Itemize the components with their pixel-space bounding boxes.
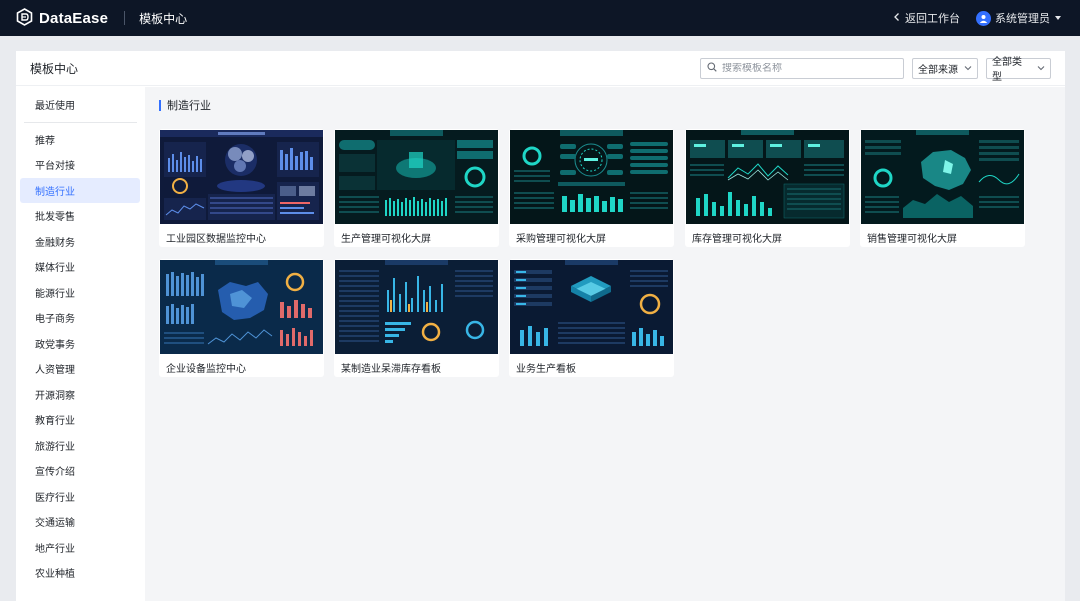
sidebar-item-agriculture[interactable]: 农业种植 bbox=[20, 560, 140, 586]
type-select-value: 全部类型 bbox=[992, 57, 1022, 83]
dataease-logo-icon bbox=[16, 7, 33, 29]
section-accent-bar bbox=[159, 99, 161, 111]
sidebar-item-medical[interactable]: 医疗行业 bbox=[20, 484, 140, 510]
sidebar-item-wholesale[interactable]: 批发零售 bbox=[20, 203, 140, 229]
brand[interactable]: DataEase bbox=[16, 7, 109, 29]
sidebar-item-finance[interactable]: 金融财务 bbox=[20, 229, 140, 255]
template-thumbnail bbox=[510, 260, 673, 354]
template-name: 工业园区数据监控中心 bbox=[166, 234, 266, 245]
sidebar-item-recent[interactable]: 最近使用 bbox=[20, 92, 140, 118]
sidebar-item-transport[interactable]: 交通运输 bbox=[20, 509, 140, 535]
source-select[interactable]: 全部来源 bbox=[912, 57, 978, 79]
sidebar-item-open-source[interactable]: 开源洞察 bbox=[20, 382, 140, 408]
template-name: 生产管理可视化大屏 bbox=[341, 234, 431, 245]
sidebar-item-media[interactable]: 媒体行业 bbox=[20, 254, 140, 280]
template-thumbnail bbox=[861, 130, 1024, 224]
search-icon bbox=[707, 61, 717, 75]
user-menu[interactable]: 系统管理员 bbox=[976, 10, 1062, 26]
template-card[interactable]: 库存管理可视化大屏 bbox=[685, 129, 850, 247]
template-name: 企业设备监控中心 bbox=[166, 364, 246, 375]
page-title: 模板中心 bbox=[139, 11, 188, 26]
sidebar-divider bbox=[24, 121, 137, 123]
chevron-down-icon bbox=[964, 63, 972, 74]
template-name: 采购管理可视化大屏 bbox=[516, 234, 606, 245]
category-sidebar: 最近使用 推荐 平台对接 制造行业 批发零售 金融财务 媒体行业 能源行业 电子… bbox=[16, 87, 145, 601]
chevron-left-icon bbox=[893, 12, 901, 25]
search-input[interactable] bbox=[722, 62, 892, 74]
sidebar-item-real-estate[interactable]: 地产行业 bbox=[20, 535, 140, 561]
user-name: 系统管理员 bbox=[995, 13, 1050, 25]
sidebar-item-promotion[interactable]: 宣传介绍 bbox=[20, 458, 140, 484]
chevron-down-icon bbox=[1037, 63, 1045, 74]
template-name: 某制造业呆滞库存看板 bbox=[341, 364, 441, 375]
panel-header: 模板中心 全部来源 全部类型 bbox=[16, 51, 1065, 86]
panel-title: 模板中心 bbox=[30, 61, 79, 76]
template-name: 业务生产看板 bbox=[516, 364, 576, 375]
template-thumbnail bbox=[335, 130, 498, 224]
sidebar-item-tourism[interactable]: 旅游行业 bbox=[20, 433, 140, 459]
template-center-panel: 模板中心 全部来源 全部类型 最近使用 推荐 平台对接 制造行业 批发零售 bbox=[16, 51, 1065, 601]
template-name: 销售管理可视化大屏 bbox=[867, 234, 957, 245]
sidebar-item-energy[interactable]: 能源行业 bbox=[20, 280, 140, 306]
template-card[interactable]: 销售管理可视化大屏 bbox=[860, 129, 1025, 247]
sidebar-item-party-affairs[interactable]: 政党事务 bbox=[20, 331, 140, 357]
template-card[interactable]: 业务生产看板 bbox=[509, 259, 674, 377]
template-card[interactable]: 工业园区数据监控中心 bbox=[159, 129, 324, 247]
template-card[interactable]: 生产管理可视化大屏 bbox=[334, 129, 499, 247]
template-card[interactable]: 采购管理可视化大屏 bbox=[509, 129, 674, 247]
template-name: 库存管理可视化大屏 bbox=[692, 234, 782, 245]
section-heading: 制造行业 bbox=[159, 99, 211, 112]
template-thumbnail bbox=[510, 130, 673, 224]
back-to-workbench-link[interactable]: 返回工作台 bbox=[893, 10, 960, 26]
template-card[interactable]: 某制造业呆滞库存看板 bbox=[334, 259, 499, 377]
template-content-area: 制造行业 工业园区数据监控中心 生产管理可视化大屏 采购管理可视化大屏 库存管理… bbox=[145, 87, 1065, 601]
sidebar-item-manufacturing[interactable]: 制造行业 bbox=[20, 177, 140, 203]
caret-down-icon bbox=[1054, 12, 1062, 24]
sidebar-item-recommend[interactable]: 推荐 bbox=[20, 127, 140, 153]
template-thumbnail bbox=[686, 130, 849, 224]
template-thumbnail bbox=[335, 260, 498, 354]
type-select[interactable]: 全部类型 bbox=[986, 57, 1051, 83]
template-thumbnail bbox=[160, 260, 323, 354]
section-title: 制造行业 bbox=[167, 100, 211, 112]
back-link-label: 返回工作台 bbox=[905, 13, 960, 25]
topbar-divider bbox=[124, 11, 126, 25]
user-avatar-icon bbox=[976, 10, 991, 26]
top-navigation-bar: DataEase 模板中心 返回工作台 系统管理员 bbox=[0, 0, 1080, 36]
template-card[interactable]: 企业设备监控中心 bbox=[159, 259, 324, 377]
sidebar-item-ecommerce[interactable]: 电子商务 bbox=[20, 305, 140, 331]
sidebar-item-education[interactable]: 教育行业 bbox=[20, 407, 140, 433]
sidebar-item-hr[interactable]: 人资管理 bbox=[20, 356, 140, 382]
brand-name: DataEase bbox=[39, 9, 109, 27]
sidebar-item-platform[interactable]: 平台对接 bbox=[20, 152, 140, 178]
source-select-value: 全部来源 bbox=[918, 64, 958, 76]
search-box[interactable] bbox=[700, 57, 904, 79]
template-thumbnail bbox=[160, 130, 323, 224]
